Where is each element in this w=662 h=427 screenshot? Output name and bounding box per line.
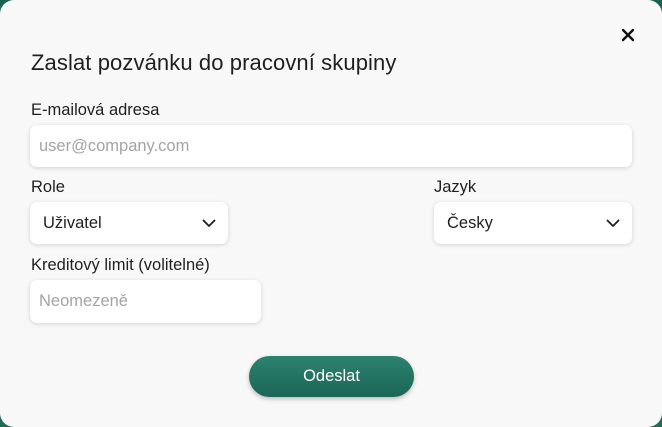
role-select[interactable]: Uživatel [30, 202, 228, 244]
email-label: E-mailová adresa [31, 101, 160, 119]
chevron-down-icon [202, 219, 216, 227]
credit-limit-placeholder: Neomezeně [39, 292, 128, 310]
language-select[interactable]: Česky [434, 202, 632, 244]
invite-dialog: Zaslat pozvánku do pracovní skupiny E-ma… [0, 0, 662, 427]
role-selected-value: Uživatel [43, 213, 102, 232]
close-button[interactable] [617, 24, 639, 46]
dialog-title: Zaslat pozvánku do pracovní skupiny [31, 50, 397, 75]
role-label: Role [31, 178, 65, 196]
language-selected-value: Česky [447, 213, 493, 232]
chevron-down-icon [606, 219, 620, 227]
close-icon [621, 28, 635, 42]
submit-button[interactable]: Odeslat [249, 356, 414, 397]
language-label: Jazyk [434, 178, 477, 196]
credit-limit-field[interactable]: Neomezeně [30, 280, 261, 323]
email-placeholder: user@company.com [39, 136, 190, 155]
credit-limit-label: Kreditový limit (volitelné) [31, 256, 210, 274]
email-field[interactable]: user@company.com [30, 125, 632, 167]
